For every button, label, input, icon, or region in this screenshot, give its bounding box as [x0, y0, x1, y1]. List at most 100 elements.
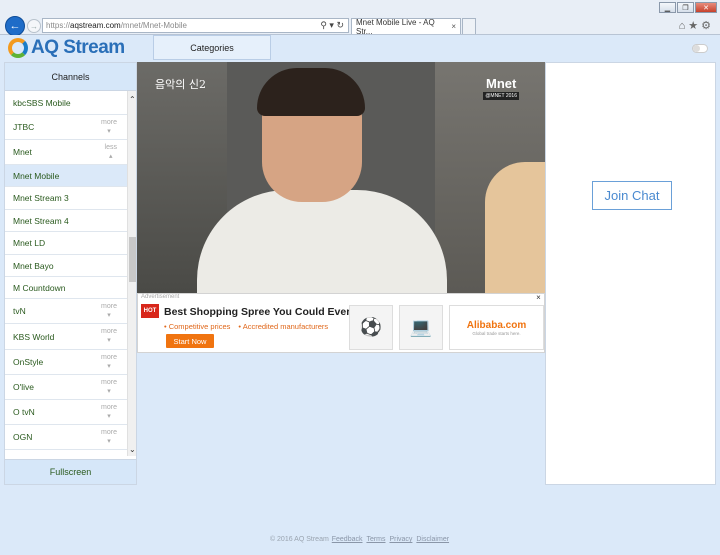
chevron-down-icon: ▾: [107, 363, 111, 370]
footer-link-disclaimer[interactable]: Disclaimer: [416, 536, 449, 543]
channel-label: M Countdown: [13, 282, 66, 293]
ad-brand: Alibaba.com: [466, 319, 527, 331]
scroll-up-icon[interactable]: ⌃: [129, 95, 136, 104]
channel-label: Mnet Bayo: [13, 260, 54, 271]
ad-label: Advertisement: [141, 294, 180, 300]
channel-toggle-label: more: [101, 303, 117, 310]
channel-item[interactable]: JTBC more ▾: [5, 115, 127, 140]
chevron-down-icon: ▾: [107, 438, 111, 445]
channel-list: kbcSBS Mobile JTBC more ▾ Mnet less ▴ Mnet Mobi…: [5, 91, 127, 450]
footer-link-privacy[interactable]: Privacy: [389, 536, 412, 543]
channel-item[interactable]: O'live more ▾: [5, 375, 127, 400]
channel-scrollbar[interactable]: ⌃ ⌄: [127, 91, 136, 456]
home-icon[interactable]: ⌂: [679, 20, 689, 32]
channel-label: KBS World: [13, 331, 55, 342]
scroll-thumb[interactable]: [129, 237, 136, 282]
channel-expand-toggle[interactable]: more ▾: [101, 353, 117, 371]
channel-label: Mnet Mobile: [13, 170, 60, 181]
channel-logo: Mnet @MNET 2016: [483, 76, 519, 100]
ad-start-now-button[interactable]: Start Now: [166, 334, 214, 348]
tab-close-icon[interactable]: ×: [451, 22, 456, 31]
tab-mnet-mobile[interactable]: Mnet Mobile Live - AQ Str... ×: [351, 17, 461, 36]
channel-item[interactable]: Mnet Stream 3: [5, 187, 127, 210]
address-search-refresh-icons[interactable]: ⚲ ▾ ↻: [320, 20, 344, 31]
footer-link-terms[interactable]: Terms: [366, 536, 385, 543]
ad-bullet: • Competitive prices: [164, 322, 231, 331]
channel-expand-toggle[interactable]: more ▾: [101, 118, 117, 136]
categories-button[interactable]: Categories: [153, 35, 271, 60]
channel-toggle-label: more: [101, 429, 117, 436]
channel-item[interactable]: Mnet Bayo: [5, 255, 127, 277]
ad-close-icon[interactable]: ×: [534, 293, 543, 302]
url-domain: aqstream.com: [70, 21, 121, 30]
fullscreen-button[interactable]: Fullscreen: [5, 459, 136, 484]
favorites-star-icon[interactable]: ★: [688, 20, 701, 32]
channel-item[interactable]: OGN more ▾: [5, 425, 127, 450]
channel-item[interactable]: OnStyle more ▾: [5, 350, 127, 375]
site-header: AQ Stream Categories: [0, 35, 720, 62]
ad-alibaba-logo[interactable]: Alibaba.com Global trade starts here.: [449, 305, 544, 350]
chevron-down-icon: ▾: [107, 337, 111, 344]
settings-gear-icon[interactable]: ⚙: [701, 20, 714, 32]
forward-button[interactable]: →: [27, 19, 41, 33]
channel-label: O'live: [13, 382, 34, 392]
ad-product-sports-icon[interactable]: ⚽: [349, 305, 393, 350]
channel-label: Mnet LD: [13, 238, 46, 248]
channel-toggle-label: more: [101, 328, 117, 335]
back-button[interactable]: ←: [5, 16, 25, 36]
channel-expand-toggle[interactable]: less ▴: [105, 143, 117, 161]
video-watermark: 음악의 신2: [155, 78, 206, 91]
channel-logo-text: Mnet: [485, 76, 517, 91]
channel-item[interactable]: M Countdown: [5, 277, 127, 299]
chevron-down-icon: ▾: [107, 128, 111, 135]
join-chat-button[interactable]: Join Chat: [592, 181, 672, 210]
channel-toggle-label: more: [101, 119, 117, 126]
chat-panel: Join Chat: [545, 62, 716, 485]
channel-label: OGN: [13, 432, 33, 442]
channel-expand-toggle[interactable]: more ▾: [101, 378, 117, 396]
theme-toggle[interactable]: [692, 44, 708, 53]
chevron-down-icon: ▾: [107, 413, 111, 420]
tab-title: Mnet Mobile Live - AQ Str...: [356, 17, 435, 36]
window-close-button[interactable]: ✕: [695, 2, 717, 13]
channel-logo-sub: @MNET 2016: [483, 92, 519, 100]
maximize-button[interactable]: ❐: [677, 2, 694, 13]
video-person-hair: [257, 68, 365, 116]
channel-expand-toggle[interactable]: more ▾: [101, 403, 117, 421]
channel-expand-toggle[interactable]: more ▾: [101, 327, 117, 345]
channel-item[interactable]: Mnet less ▴: [5, 140, 127, 165]
ad-product-laptop-icon[interactable]: 💻: [399, 305, 443, 350]
scroll-down-icon[interactable]: ⌄: [129, 445, 136, 454]
address-bar[interactable]: https://aqstream.com/mnet/Mnet-Mobile ⚲ …: [42, 18, 349, 33]
site-logo[interactable]: AQ Stream: [8, 37, 125, 59]
channel-expand-toggle[interactable]: more ▾: [101, 428, 117, 446]
browser-chrome: ▁ ❐ ✕ ← → https://aqstream.com/mnet/Mnet…: [0, 0, 720, 36]
channel-label: OnStyle: [13, 357, 44, 367]
video-player[interactable]: 음악의 신2 Mnet @MNET 2016: [137, 62, 545, 293]
toolbar-icons: ⌂★⚙: [679, 19, 714, 32]
channel-expand-toggle[interactable]: more ▾: [101, 302, 117, 320]
footer-link-feedback[interactable]: Feedback: [332, 536, 363, 543]
channel-item[interactable]: O tvN more ▾: [5, 400, 127, 425]
channel-label: O tvN: [13, 407, 35, 417]
new-tab-button[interactable]: [462, 18, 476, 34]
channel-toggle-label: more: [101, 354, 117, 361]
logo-text: AQ Stream: [31, 37, 125, 58]
channels-title: Channels: [5, 63, 136, 91]
channels-sidebar: Channels kbcSBS Mobile JTBC more ▾ Mnet less ▴…: [4, 62, 137, 485]
channel-item[interactable]: Mnet LD: [5, 232, 127, 255]
channel-item[interactable]: kbcSBS Mobile: [5, 91, 127, 115]
channel-item[interactable]: KBS World more ▾: [5, 324, 127, 350]
channel-label: kbcSBS Mobile: [13, 97, 71, 108]
channel-label: Mnet Stream 4: [13, 215, 69, 226]
channel-toggle-label: more: [101, 404, 117, 411]
video-person-shirt: [197, 190, 447, 293]
channel-item[interactable]: Mnet Mobile: [5, 165, 127, 187]
url-prefix: https://: [46, 21, 71, 30]
channel-item[interactable]: tvN more ▾: [5, 299, 127, 324]
ad-headline[interactable]: Best Shopping Spree You Could Ever Had: [164, 306, 373, 318]
minimize-button[interactable]: ▁: [659, 2, 676, 13]
channel-item[interactable]: Mnet Stream 4: [5, 210, 127, 232]
ad-brand-tagline: Global trade starts here.: [472, 330, 521, 336]
advertisement-banner[interactable]: Advertisement × HOT Best Shopping Spree …: [137, 293, 545, 353]
